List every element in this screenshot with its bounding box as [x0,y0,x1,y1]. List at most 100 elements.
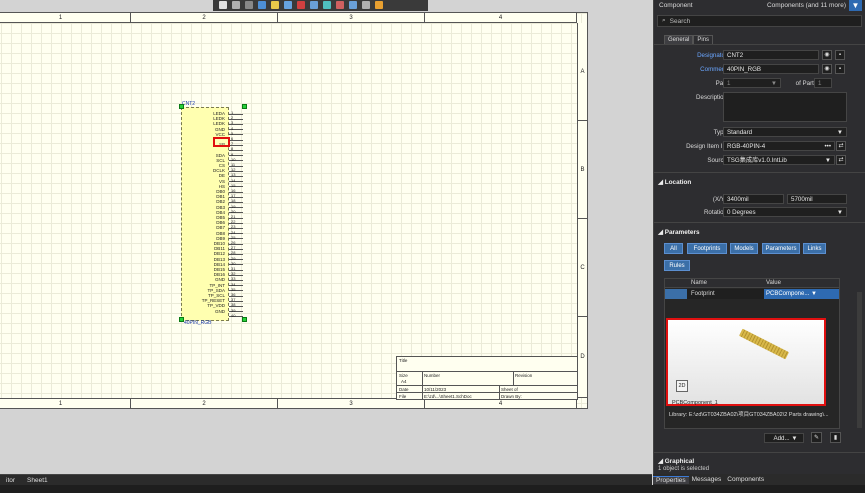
col-name-header: Name [691,280,708,286]
description-field[interactable] [723,92,847,122]
revision-label: Revision [515,373,533,378]
chip-footprints[interactable]: Footprints [687,243,727,254]
search-input[interactable]: ⌕ Search [657,15,862,27]
panel-tab-bar: Properties Messages Components [653,474,865,485]
zone-row-a: A [577,23,587,121]
no-erc-icon[interactable] [336,1,344,9]
number-label: Number [424,373,441,378]
filter-icon[interactable] [219,1,227,9]
chevron-down-icon: ▼ [824,157,831,164]
designator-field[interactable]: CNT2 [723,50,819,60]
zone-col-2-bottom: 2 [131,398,278,408]
lock-icon[interactable]: ▪ [835,64,845,74]
filter-summary[interactable]: Components (and 11 more) [767,2,846,9]
pcb-footprint-image [739,328,789,360]
y-field[interactable]: 5700mil [787,194,847,204]
filter-icon[interactable]: ▼ [849,0,862,11]
schematic-component[interactable]: CNT2 LEDA 1 LEDK 2 LEDK 3 GND 4 VCC 5 6 SP 7 8 SDA 9 SCL… [179,101,247,326]
text-icon[interactable] [349,1,357,9]
date-value: 10/11/2023 [424,387,447,392]
tab-editor[interactable]: itor [0,477,21,484]
active-bar-toolbar [213,0,428,11]
source-select[interactable]: TSG集成库v1.0.IntLib ▼ [723,155,835,165]
chevron-down-icon: ◢ [658,179,665,186]
schematic-canvas[interactable]: 1 2 3 4 1 2 3 4 A B C D Title Size A4 Nu… [0,0,652,474]
panel-header: Component Components (and 11 more) ▼ [654,0,865,11]
location-section[interactable]: ◢ Location [658,178,691,186]
library-path: Library: E:\zd\GT034ZBA02\项目GT034ZBA02\2… [669,412,829,418]
tab-messages[interactable]: Messages [689,476,725,483]
panel-title: Component [659,2,693,9]
chevron-down-icon: ◢ [658,229,665,236]
pin-number: 40 [231,312,236,318]
date-label: Date [399,387,409,392]
tab-pins[interactable]: Pins [693,35,714,44]
drawn-by-label: Drawn By: [501,394,522,399]
tab-general[interactable]: General [664,35,694,44]
component-comment[interactable]: 40PIN_RGB [184,320,212,326]
select-icon[interactable] [245,1,253,9]
x-field[interactable]: 3400mil [723,194,784,204]
chip-all[interactable]: All [664,243,683,254]
search-icon: ⌕ [662,17,666,24]
wire-icon[interactable] [284,1,292,9]
schematic-sheet: 1 2 3 4 1 2 3 4 A B C D Title Size A4 Nu… [0,12,588,409]
zone-col-1-bottom: 1 [0,398,131,408]
zone-col-3: 3 [278,13,425,23]
port-icon[interactable] [323,1,331,9]
net-label-icon[interactable] [310,1,318,9]
app-window: 1 2 3 4 1 2 3 4 A B C D Title Size A4 Nu… [0,0,865,493]
type-select[interactable]: Standard ▼ [723,127,847,137]
arc-icon[interactable] [362,1,370,9]
file-label: File [399,394,407,399]
pin-name: GND [215,308,225,314]
resize-handle[interactable] [242,104,247,109]
eye-icon[interactable]: ◉ [822,50,832,60]
delete-icon[interactable]: ▮ [830,432,841,443]
zone-row-b: B [577,121,587,219]
resize-handle[interactable] [179,104,184,109]
swap-icon[interactable]: ⇄ [836,155,846,165]
place-part-icon[interactable] [271,1,279,9]
chip-models[interactable]: Models [730,243,758,254]
tab-properties[interactable]: Properties [653,475,689,484]
chip-parameters[interactable]: Parameters [762,243,800,254]
title-label: Title [399,358,408,363]
design-item-field[interactable]: RGB-40PIN-4 ••• [723,141,835,151]
lock-icon[interactable]: ▪ [835,50,845,60]
view-2d-button[interactable]: 2D [676,380,688,392]
graphical-section[interactable]: ◢ Graphical [658,457,694,465]
chevron-down-icon: ◢ [658,458,665,465]
add-button[interactable]: Add... ▼ [764,433,804,443]
footprint-preview[interactable]: 2D PCBComponent_1 [666,318,826,406]
swap-icon[interactable]: ⇄ [836,141,846,151]
design-item-label: Design Item ID [686,143,727,150]
properties-panel: Component Components (and 11 more) ▼ ⌕ S… [653,0,865,474]
sheet-of-label: Sheet of [501,387,518,392]
power-port-icon[interactable] [297,1,305,9]
scrollbar[interactable] [857,292,862,428]
row-name: Footprint [691,291,715,297]
footprint-select[interactable]: PCBCompone... ▼ [764,289,839,299]
chip-rules[interactable]: Rules [664,260,690,271]
sheet-symbol-icon[interactable] [375,1,383,9]
eye-icon[interactable]: ◉ [822,64,832,74]
zone-row-d: D [577,317,587,398]
zone-row-c: C [577,219,587,317]
chip-links[interactable]: Links [803,243,826,254]
rotation-select[interactable]: 0 Degrees ▼ [723,207,847,217]
edit-icon[interactable]: ✎ [811,432,822,443]
resize-handle[interactable] [179,317,184,322]
tab-components[interactable]: Components [724,476,767,483]
comment-field[interactable]: 40PIN_RGB [723,64,819,74]
more-icon[interactable]: ••• [825,142,832,151]
panel-tabs: General Pins [664,35,714,44]
move-icon[interactable] [232,1,240,9]
tab-sheet1[interactable]: Sheet1 [21,477,54,484]
resize-handle[interactable] [242,317,247,322]
part-select[interactable]: 1 ▼ [723,78,781,88]
parameters-section[interactable]: ◢ Parameters [658,228,700,236]
table-row[interactable]: Footprint PCBCompone... ▼ [665,289,839,299]
align-icon[interactable] [258,1,266,9]
zone-col-4: 4 [425,13,577,23]
